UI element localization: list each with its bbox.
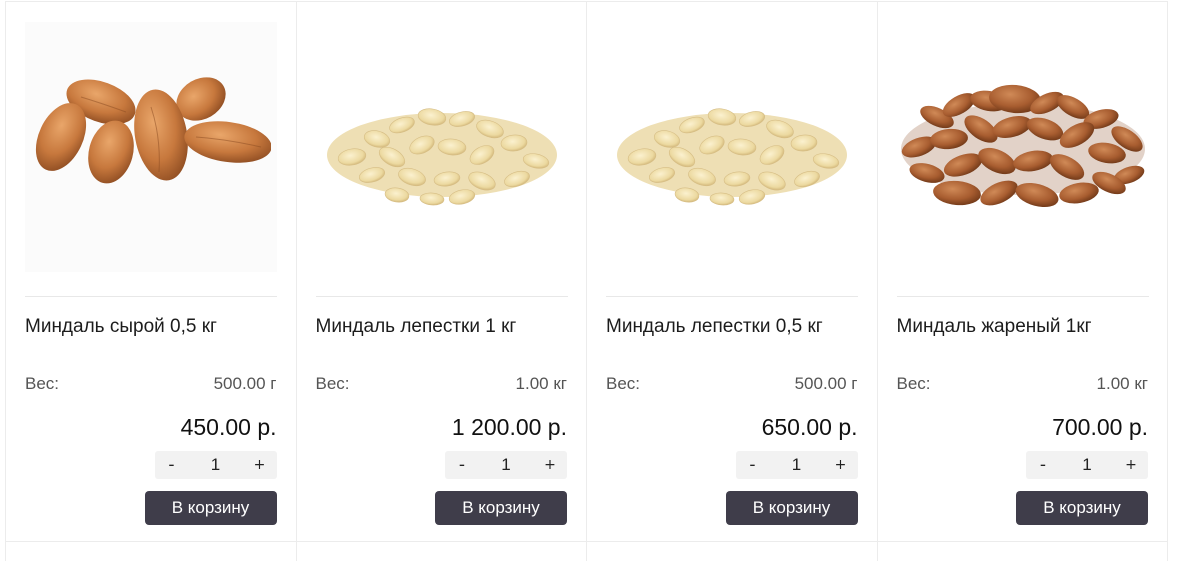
add-to-cart-button[interactable]: В корзину [725,491,858,525]
product-grid: Миндаль сырой 0,5 кг Вес: 500.00 г 450.0… [5,1,1168,561]
product-title[interactable]: Миндаль сырой 0,5 кг [25,315,285,339]
decrease-quantity-button[interactable]: - [445,451,479,479]
row-divider [5,541,1168,542]
increase-quantity-button[interactable]: + [824,451,858,479]
add-to-cart-button[interactable]: В корзину [1016,491,1148,525]
decrease-quantity-button[interactable]: - [1026,451,1060,479]
add-to-cart-button[interactable]: В корзину [144,491,277,525]
product-card: Миндаль сырой 0,5 кг Вес: 500.00 г 450.0… [6,2,297,561]
add-to-cart-button[interactable]: В корзину [435,491,567,525]
weight-label: Вес: [25,374,60,393]
quantity-value[interactable]: 1 [1060,455,1114,475]
product-image[interactable] [606,22,858,272]
product-price: 1 200.00 р. [451,414,567,440]
almond-flakes-image [326,108,557,206]
increase-quantity-button[interactable]: + [1114,451,1148,479]
decrease-quantity-button[interactable]: - [155,451,189,479]
quantity-value[interactable]: 1 [479,455,533,475]
almond-flakes-image [617,108,847,206]
card-separator [315,296,568,297]
weight-value: 1.00 кг [1096,374,1148,393]
product-card: Миндаль жареный 1кг Вес: 1.00 кг 700.00 … [878,2,1168,561]
roasted-almonds-image [900,84,1145,208]
quantity-stepper: - 1 + [735,451,858,479]
product-title[interactable]: Миндаль лепестки 0,5 кг [606,315,866,339]
product-price: 700.00 р. [1052,414,1148,440]
weight-label: Вес: [606,374,641,393]
product-title[interactable]: Миндаль жареный 1кг [897,315,1157,339]
weight-value: 500.00 г [213,374,277,393]
quantity-value[interactable]: 1 [770,455,824,475]
raw-almonds-image [35,77,271,184]
quantity-stepper: - 1 + [154,451,277,479]
increase-quantity-button[interactable]: + [533,451,567,479]
product-image[interactable] [897,22,1149,272]
weight-value: 1.00 кг [515,374,567,393]
weight-label: Вес: [315,374,350,393]
card-separator [25,296,277,297]
product-image[interactable] [25,22,277,272]
increase-quantity-button[interactable]: + [243,451,277,479]
quantity-value[interactable]: 1 [189,455,243,475]
decrease-quantity-button[interactable]: - [736,451,770,479]
card-separator [896,296,1149,297]
weight-label: Вес: [896,374,931,393]
product-card: Миндаль лепестки 1 кг Вес: 1.00 кг 1 200… [297,2,587,561]
product-price: 450.00 р. [180,414,277,440]
product-price: 650.00 р. [761,414,858,440]
product-image[interactable] [316,22,568,272]
weight-value: 500.00 г [794,374,858,393]
quantity-stepper: - 1 + [445,451,567,479]
card-separator [606,296,858,297]
product-title[interactable]: Миндаль лепестки 1 кг [316,315,576,339]
quantity-stepper: - 1 + [1026,451,1148,479]
product-card: Миндаль лепестки 0,5 кг Вес: 500.00 г 65… [587,2,878,561]
